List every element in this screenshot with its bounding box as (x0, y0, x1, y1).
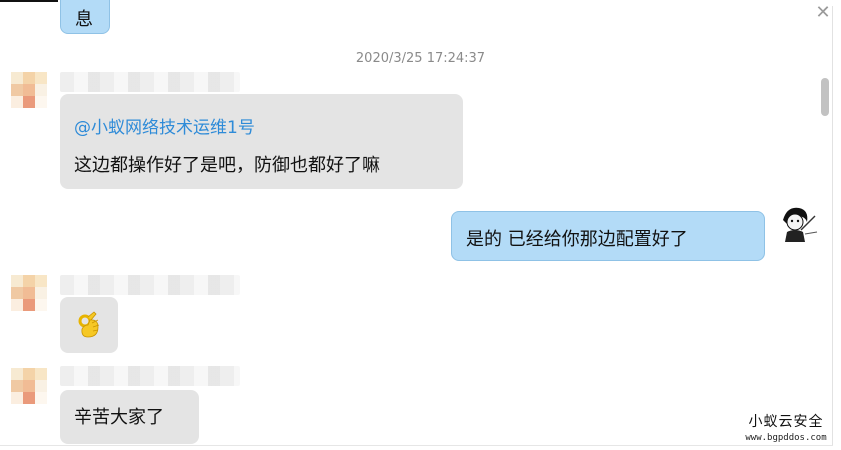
own-message-bubble[interactable]: 是的 已经给你那边配置好了 (451, 211, 765, 261)
avatar[interactable] (11, 275, 47, 311)
message-timestamp: 2020/3/25 17:24:37 (355, 51, 486, 66)
message-bubble[interactable]: 辛苦大家了 (60, 390, 199, 444)
previous-message-text: 息 (75, 9, 93, 30)
message-bubble[interactable] (60, 297, 118, 353)
frame-divider (832, 6, 833, 446)
bottom-divider (0, 445, 833, 446)
mention-link[interactable]: @小蚁网络技术运维1号 (74, 113, 255, 138)
sender-name-blurred (60, 275, 240, 295)
sender-name-blurred (60, 366, 240, 386)
message-text: 是的 已经给你那边配置好了 (466, 229, 688, 250)
message-text: 辛苦大家了 (74, 407, 164, 428)
watermark: 小蚁云安全 www.bgpddos.com (738, 411, 834, 443)
message-bubble[interactable]: @小蚁网络技术运维1号 这边都操作好了是吧，防御也都好了嘛 (60, 94, 463, 189)
message-text: 这边都操作好了是吧，防御也都好了嘛 (74, 155, 380, 176)
watermark-url: www.bgpddos.com (745, 433, 827, 443)
previous-message-bubble: 息 (60, 0, 110, 34)
sender-name-blurred (60, 72, 240, 92)
close-icon[interactable]: ✕ (815, 4, 831, 22)
watermark-title: 小蚁云安全 (748, 414, 824, 430)
avatar[interactable] (775, 202, 819, 246)
window-top-edge (0, 0, 58, 2)
scrollbar-thumb[interactable] (821, 78, 829, 116)
ok-hand-icon (78, 311, 100, 338)
chat-window: ✕ 息 2020/3/25 17:24:37 @小蚁网络技术运维1号 这边都操作… (0, 0, 841, 450)
avatar[interactable] (11, 368, 47, 404)
avatar[interactable] (11, 72, 47, 108)
